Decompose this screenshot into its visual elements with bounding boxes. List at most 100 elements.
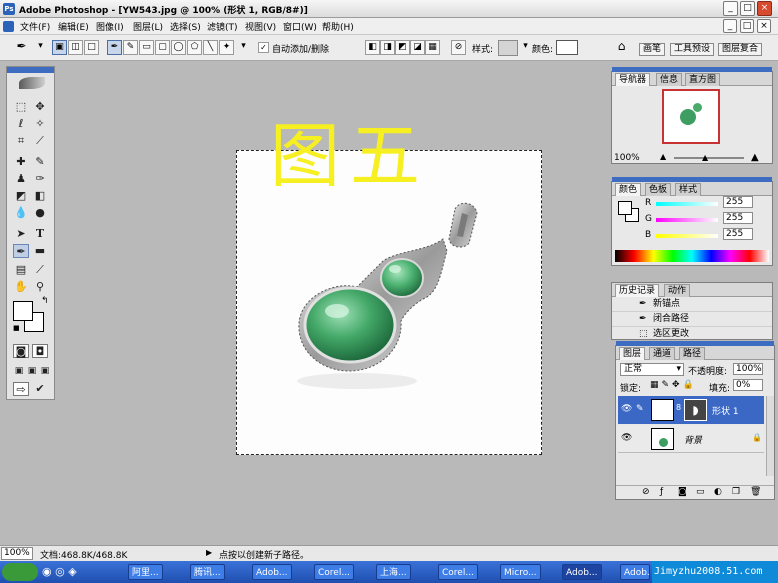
combine-exclude-icon[interactable]: ◪ — [410, 40, 425, 55]
close-button[interactable]: × — [757, 1, 772, 16]
style-dropdown-icon[interactable]: ▾ — [518, 40, 533, 55]
menu-layer[interactable]: 图层(L) — [133, 20, 163, 33]
fill-pixels-icon[interactable]: □ — [84, 40, 99, 55]
visibility-eye-icon[interactable]: 👁 — [621, 433, 632, 443]
swap-colors-icon[interactable]: ↰ — [41, 296, 49, 306]
geometry-options-icon[interactable]: ▾ — [236, 40, 251, 55]
menu-file[interactable]: 文件(F) — [20, 20, 50, 33]
tab-actions[interactable]: 动作 — [664, 284, 691, 297]
slice-tool-icon[interactable]: ⟋ — [32, 134, 48, 148]
notes-tool-icon[interactable]: ▤ — [13, 263, 29, 277]
eraser-tool-icon[interactable]: ◩ — [13, 189, 29, 203]
menu-filter[interactable]: 滤镜(T) — [207, 20, 238, 33]
quick-mask-icon[interactable]: ◘ — [32, 344, 48, 358]
taskbar-item[interactable]: 腾讯... — [190, 564, 225, 580]
blur-tool-icon[interactable]: 💧 — [13, 206, 29, 220]
taskbar-item[interactable]: Corel... — [314, 564, 354, 580]
lasso-tool-icon[interactable]: ℓ — [13, 117, 29, 131]
move-tool-icon[interactable]: ✥ — [32, 100, 48, 114]
r-slider[interactable] — [656, 202, 718, 206]
combine-replace-icon[interactable]: ▦ — [425, 40, 440, 55]
taskbar-item[interactable]: Adob... — [620, 564, 650, 580]
r-value-field[interactable]: 255 — [723, 196, 753, 208]
opacity-field[interactable]: 100% — [733, 363, 763, 375]
zoom-out-icon[interactable]: ▲ — [660, 152, 666, 161]
new-layer-icon[interactable]: ❐ — [732, 486, 740, 499]
brush-tool-icon[interactable]: ✎ — [32, 155, 48, 169]
taskbar-item[interactable]: Adob... — [252, 564, 292, 580]
delete-layer-icon[interactable]: 🗑 — [750, 486, 761, 499]
status-arrow-icon[interactable]: ▶ — [206, 548, 212, 557]
style-swatch[interactable] — [498, 40, 518, 56]
doc-maximize-button[interactable]: □ — [740, 19, 754, 33]
doc-close-button[interactable]: × — [757, 19, 771, 33]
line-tool-icon[interactable]: ╲ — [203, 40, 218, 55]
paths-mode-icon[interactable]: ◫ — [68, 40, 83, 55]
auto-add-delete-checkbox[interactable]: ✓ — [258, 42, 269, 53]
gradient-tool-icon[interactable]: ◧ — [32, 189, 48, 203]
menu-select[interactable]: 选择(S) — [170, 20, 201, 33]
zoom-in-icon[interactable]: ▲ — [751, 152, 759, 163]
menu-window[interactable]: 窗口(W) — [283, 20, 317, 33]
palette-well-icon[interactable]: ⌂ — [614, 40, 629, 55]
minimize-button[interactable]: _ — [723, 1, 738, 16]
tab-channels[interactable]: 通道 — [649, 347, 676, 360]
tab-layer-comps[interactable]: 图层复合 — [718, 43, 763, 56]
taskbar-item[interactable]: 阿里... — [128, 564, 163, 580]
menu-view[interactable]: 视图(V) — [245, 20, 276, 33]
eyedropper-tool-icon[interactable]: ⟋ — [32, 263, 48, 277]
history-item[interactable]: ⬚ 选区更改 — [612, 327, 772, 339]
maximize-button[interactable]: □ — [740, 1, 755, 16]
status-zoom-field[interactable]: 100% — [1, 547, 33, 560]
tab-paths[interactable]: 路径 — [679, 347, 706, 360]
add-mask-icon[interactable]: ◙ — [678, 486, 687, 499]
layers-scrollbar[interactable] — [766, 396, 774, 476]
g-slider[interactable] — [656, 218, 718, 222]
custom-shape-icon[interactable]: ✦ — [219, 40, 234, 55]
start-button[interactable] — [2, 563, 38, 581]
tab-info[interactable]: 信息 — [656, 73, 683, 86]
healing-brush-icon[interactable]: ✚ — [13, 155, 29, 169]
combine-add-icon[interactable]: ◧ — [365, 40, 380, 55]
taskbar-item[interactable]: 上海... — [376, 564, 411, 580]
color-spectrum-bar[interactable] — [615, 250, 769, 262]
tab-tool-presets[interactable]: 工具预设 — [670, 43, 715, 56]
imageready-icon[interactable]: ✔ — [32, 382, 48, 396]
new-set-icon[interactable]: ▭ — [696, 486, 705, 499]
g-value-field[interactable]: 255 — [723, 212, 753, 224]
history-item[interactable]: ✒ 闭合路径 — [612, 312, 772, 327]
color-fg-swatch[interactable] — [618, 201, 632, 215]
tab-brushes[interactable]: 画笔 — [639, 43, 666, 56]
marquee-tool-icon[interactable]: ⬚ — [13, 100, 29, 114]
clone-stamp-icon[interactable]: ♟ — [13, 172, 29, 186]
doc-minimize-button[interactable]: _ — [723, 19, 737, 33]
tab-history[interactable]: 历史记录 — [615, 284, 660, 297]
tab-swatches[interactable]: 色板 — [645, 183, 672, 196]
layer-row-background[interactable]: 👁 背景 🔒 — [618, 425, 764, 453]
screen-mode-full-icon[interactable]: ▣ — [37, 364, 53, 378]
default-colors-icon[interactable]: ■ — [13, 324, 21, 332]
b-value-field[interactable]: 255 — [723, 228, 753, 240]
history-item[interactable]: ✒ 新锚点 — [612, 297, 772, 312]
navigator-thumbnail[interactable] — [662, 89, 720, 144]
rectangle-tool-icon[interactable]: ▭ — [139, 40, 154, 55]
lock-options-icon[interactable]: ▦✎✥🔒 — [650, 380, 697, 390]
jump-to-imageready-icon[interactable]: ⇨ — [13, 382, 29, 396]
layer-name-background[interactable]: 背景 — [684, 433, 702, 446]
taskbar-item[interactable]: Corel... — [438, 564, 478, 580]
tab-styles[interactable]: 样式 — [675, 183, 702, 196]
type-tool-icon[interactable]: T — [32, 227, 48, 241]
layer-name-shape1[interactable]: 形状 1 — [712, 404, 739, 417]
ps-menu-icon[interactable] — [3, 21, 14, 32]
shape-color-swatch[interactable] — [556, 40, 578, 55]
visibility-eye-icon[interactable]: 👁 — [621, 404, 632, 414]
dodge-tool-icon[interactable]: ● — [32, 206, 48, 220]
preset-dropdown-icon[interactable]: ▾ — [33, 40, 48, 55]
menu-help[interactable]: 帮助(H) — [322, 20, 354, 33]
crop-tool-icon[interactable]: ⌗ — [13, 134, 29, 148]
taskbar-item[interactable]: Adob... — [562, 564, 602, 580]
toolbox-header[interactable] — [7, 67, 54, 73]
shape-tool-icon[interactable]: ▬ — [32, 244, 48, 258]
taskbar-item[interactable]: Micro... — [500, 564, 541, 580]
history-brush-icon[interactable]: ✑ — [32, 172, 48, 186]
